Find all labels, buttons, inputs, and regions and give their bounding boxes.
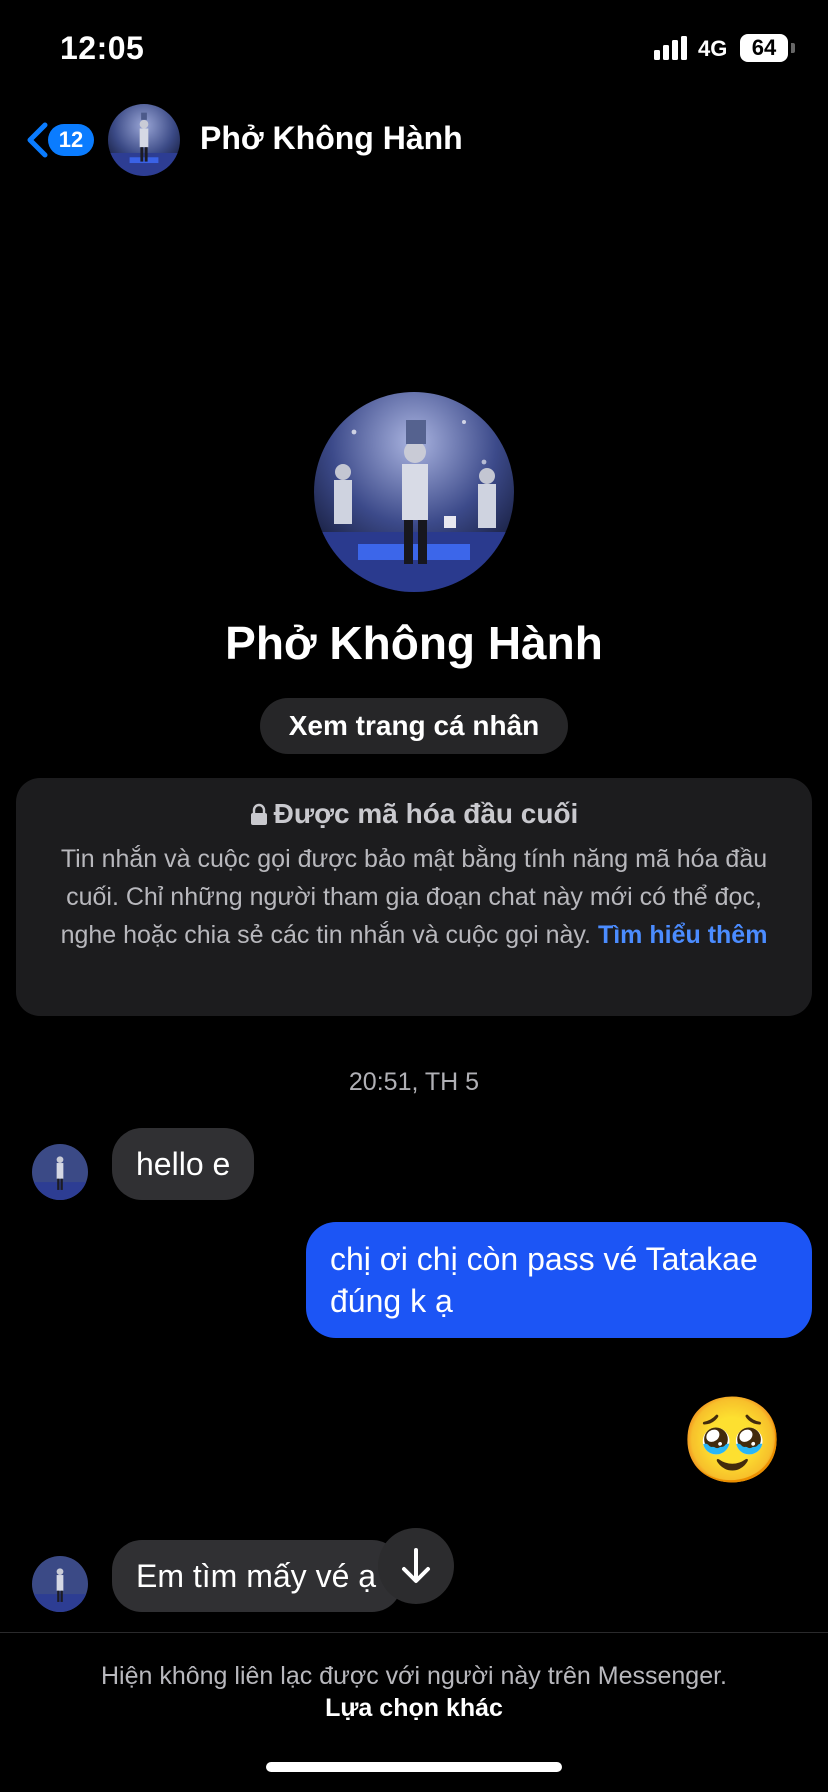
avatar-image bbox=[108, 104, 180, 176]
profile-name: Phở Không Hành bbox=[225, 617, 603, 669]
battery-tip bbox=[791, 43, 795, 53]
back-button[interactable]: 12 bbox=[26, 116, 96, 164]
header-contact-name[interactable]: Phở Không Hành bbox=[200, 120, 463, 157]
home-indicator[interactable] bbox=[266, 1762, 562, 1772]
avatar-image bbox=[314, 392, 514, 592]
unavailable-notice: Hiện không liên lạc được với người này t… bbox=[100, 1662, 727, 1690]
messenger-chat-screen: 12:05 4G 64 12 Phở Không Hành Phở Không … bbox=[0, 0, 828, 1792]
encryption-title: Được mã hóa đầu cuối bbox=[16, 798, 812, 830]
chevron-left-icon bbox=[27, 122, 48, 158]
encryption-notice-card: Được mã hóa đầu cuối Tin nhắn và cuộc gọ… bbox=[16, 778, 812, 1016]
other-options-link[interactable]: Lựa chọn khác bbox=[0, 1694, 828, 1723]
emoji-message[interactable]: 🥹 bbox=[680, 1390, 785, 1490]
network-type: 4G bbox=[698, 36, 728, 61]
arrow-down-icon bbox=[402, 1548, 430, 1583]
encryption-title-text: Được mã hóa đầu cuối bbox=[273, 798, 579, 829]
status-time: 12:05 bbox=[60, 30, 145, 66]
profile-avatar[interactable] bbox=[314, 392, 514, 592]
footer-divider bbox=[0, 1632, 828, 1633]
status-bar: 12:05 4G 64 bbox=[0, 0, 828, 100]
scroll-to-bottom-button[interactable] bbox=[378, 1528, 454, 1604]
signal-icon bbox=[654, 36, 687, 60]
lock-icon bbox=[250, 803, 267, 825]
message-bubble-incoming[interactable]: hello e bbox=[112, 1128, 255, 1200]
sender-avatar[interactable] bbox=[32, 1556, 88, 1612]
message-bubble-incoming[interactable]: Em tìm mấy vé ạ bbox=[112, 1540, 402, 1612]
chat-header: 12 Phở Không Hành bbox=[0, 100, 828, 180]
sender-avatar[interactable] bbox=[32, 1144, 88, 1200]
avatar-image bbox=[32, 1556, 88, 1612]
message-timestamp: 20:51, TH 5 bbox=[348, 1068, 480, 1096]
header-avatar[interactable] bbox=[108, 104, 180, 176]
message-bubble-outgoing[interactable]: chị ơi chị còn pass vé Tatakae đúng k ạ bbox=[306, 1222, 812, 1338]
avatar-image bbox=[32, 1144, 88, 1200]
encryption-body: Tin nhắn và cuộc gọi được bảo mật bằng t… bbox=[46, 840, 782, 954]
unread-count-badge: 12 bbox=[48, 124, 94, 156]
view-profile-button[interactable]: Xem trang cá nhân bbox=[260, 698, 568, 754]
battery-level: 64 bbox=[740, 34, 788, 62]
learn-more-link[interactable]: Tìm hiểu thêm bbox=[598, 921, 767, 949]
